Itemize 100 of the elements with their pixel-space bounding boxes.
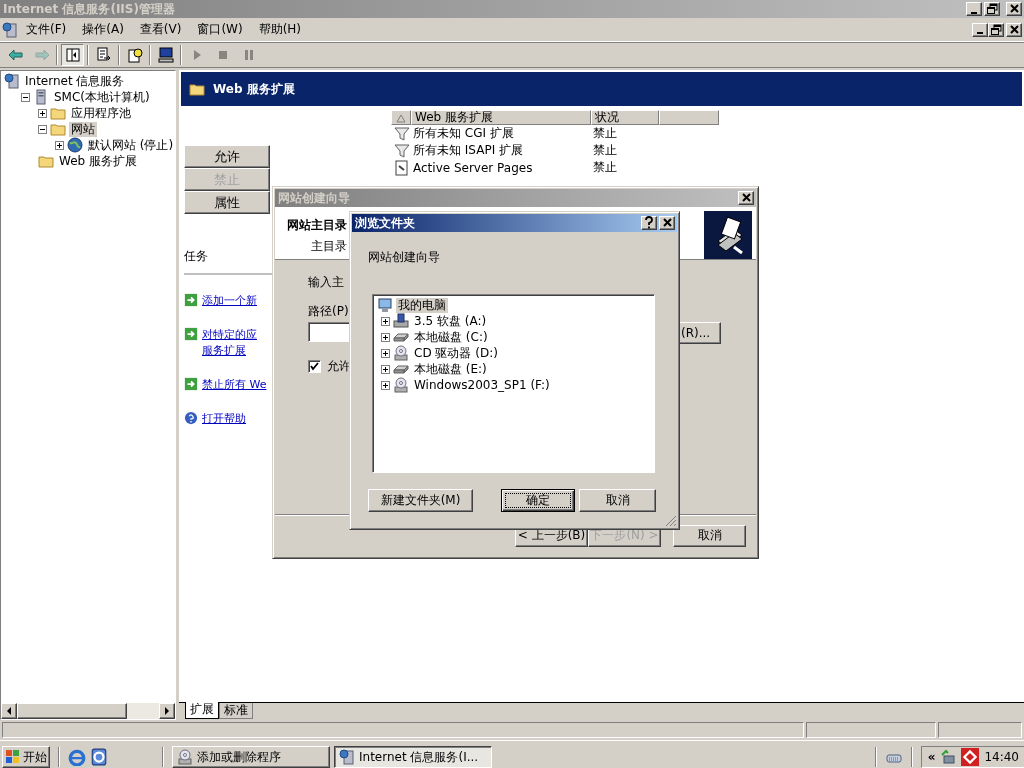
tree-item[interactable]: SMC(本地计算机): [52, 89, 152, 105]
tree-item[interactable]: CD 驱动器 (D:): [412, 345, 500, 361]
menu-item[interactable]: 文件(F): [18, 19, 75, 40]
action-button[interactable]: 允许: [184, 145, 270, 168]
start-button[interactable]: 开始: [2, 746, 50, 768]
column-header[interactable]: [659, 110, 719, 125]
menu-item[interactable]: 帮助(H): [250, 19, 310, 40]
tree-item[interactable]: 我的电脑: [396, 297, 448, 313]
folder-icon: [189, 81, 205, 97]
horizontal-scrollbar[interactable]: [1, 703, 175, 719]
panel-title: Web 服务扩展: [213, 80, 295, 98]
dialog-button[interactable]: 取消: [579, 489, 656, 512]
tree-item[interactable]: 本地磁盘 (C:): [412, 329, 490, 345]
table-cell: 禁止: [593, 125, 617, 142]
prompt-text: 输入主: [308, 274, 344, 291]
task-link[interactable]: 禁止所有 We: [202, 377, 267, 393]
tree-item[interactable]: 本地磁盘 (E:): [412, 361, 489, 377]
wizard-button[interactable]: 取消: [673, 524, 746, 547]
expand-icon[interactable]: [381, 364, 390, 374]
console-tree-icon: [64, 46, 81, 63]
tree-item[interactable]: 应用程序池: [69, 105, 133, 121]
computer-icon: [157, 46, 174, 63]
restore-button[interactable]: [988, 22, 1004, 37]
close-button[interactable]: [659, 216, 675, 230]
expand-icon[interactable]: [381, 332, 390, 342]
collapse-icon[interactable]: [38, 124, 47, 134]
dialog-button[interactable]: 确定: [501, 489, 575, 512]
globe-icon: [67, 137, 83, 153]
menu-item[interactable]: 操作(A): [74, 19, 132, 40]
field-label: 路径(P): [308, 303, 349, 320]
cd-drive-icon: [393, 345, 409, 361]
floppy-drive-icon: [393, 313, 409, 329]
task-link[interactable]: 打开帮助: [202, 411, 246, 427]
action-button[interactable]: 属性: [184, 191, 270, 214]
minimize-icon: [977, 32, 983, 34]
minimize-button[interactable]: [966, 2, 982, 16]
server-icon: [2, 21, 18, 38]
sort-column-header[interactable]: [391, 110, 411, 125]
expand-icon[interactable]: [381, 380, 390, 390]
left-arrow-icon: [5, 705, 13, 717]
help-icon: [126, 46, 143, 63]
close-button[interactable]: [1006, 22, 1022, 37]
table-cell-text: Active Server Pages: [413, 160, 534, 175]
scroll-thumb[interactable]: [17, 703, 127, 719]
launcher-icon[interactable]: [90, 748, 108, 766]
close-button[interactable]: [738, 191, 754, 205]
wizard-heading: 网站主目录: [287, 217, 347, 234]
restore-button[interactable]: [984, 2, 1000, 16]
collapse-icon[interactable]: [21, 92, 30, 102]
network-icon[interactable]: [940, 749, 957, 765]
clock: 14:40: [984, 750, 1019, 764]
dialog-button[interactable]: 新建文件夹(M): [368, 489, 473, 512]
tree-item[interactable]: Internet 信息服务: [23, 73, 127, 89]
dialog-description: 网站创建向导: [367, 249, 441, 266]
taskbar-button[interactable]: 添加或删除程序: [172, 746, 330, 768]
console-tree-button[interactable]: [61, 43, 84, 66]
help-button[interactable]: [641, 216, 657, 230]
checkbox-label: 允许: [327, 358, 351, 375]
column-header[interactable]: Web 服务扩展: [411, 110, 591, 125]
tree-item[interactable]: 网站: [69, 121, 97, 137]
tab[interactable]: 标准: [219, 703, 253, 719]
tab[interactable]: 扩展: [185, 702, 219, 719]
wizard-subheading: 主目录: [311, 238, 347, 255]
server-icon: [339, 749, 355, 765]
checkmark-icon: [309, 361, 320, 372]
tree-item[interactable]: 默认网站 (停止): [86, 137, 176, 153]
taskbar-button[interactable]: Internet 信息服务(I...: [334, 746, 492, 768]
column-header[interactable]: 状况: [591, 110, 659, 125]
expand-icon[interactable]: [38, 108, 47, 118]
expand-icon[interactable]: [381, 316, 390, 326]
arrow-icon: [184, 327, 198, 341]
computer-icon: [377, 297, 393, 313]
menu-item[interactable]: 查看(V): [131, 19, 190, 40]
start-label: 开始: [23, 748, 47, 766]
expand-icon[interactable]: [381, 348, 390, 358]
expand-icon[interactable]: [55, 140, 64, 150]
document-icon: [394, 159, 410, 176]
window-title: Internet 信息服务(IIS)管理器: [3, 0, 176, 18]
window-title: 网站创建向导: [278, 189, 351, 207]
checkbox[interactable]: [308, 360, 321, 373]
show-hidden-icons-button[interactable]: «: [927, 750, 936, 764]
tree-item[interactable]: Web 服务扩展: [57, 153, 139, 169]
menu-item[interactable]: 窗口(W): [189, 19, 251, 40]
task-link[interactable]: 对特定的应 服务扩展: [202, 327, 257, 359]
folder-tree[interactable]: 我的电脑 3.5 软盘 (A:) 本地磁盘 (C:) CD 驱动器 (D:) 本地磁盘 (E:) Windows2003_SP1 (F:): [372, 294, 655, 473]
shield-icon[interactable]: [961, 748, 980, 766]
folder-icon: [38, 153, 54, 169]
scroll-right-button[interactable]: [159, 703, 175, 719]
close-button[interactable]: [1006, 2, 1022, 16]
folder-icon: [50, 121, 66, 137]
flag-icon: [5, 749, 21, 765]
cd-drive-icon: [393, 377, 409, 393]
tree-item[interactable]: Windows2003_SP1 (F:): [412, 377, 552, 393]
minimize-button[interactable]: [972, 22, 988, 37]
scroll-left-button[interactable]: [1, 703, 17, 719]
tree-item[interactable]: 3.5 软盘 (A:): [412, 313, 489, 329]
help-icon: [184, 411, 198, 425]
server-icon: [4, 73, 20, 89]
task-link[interactable]: 添加一个新: [202, 293, 257, 309]
folder-icon: [50, 105, 66, 121]
